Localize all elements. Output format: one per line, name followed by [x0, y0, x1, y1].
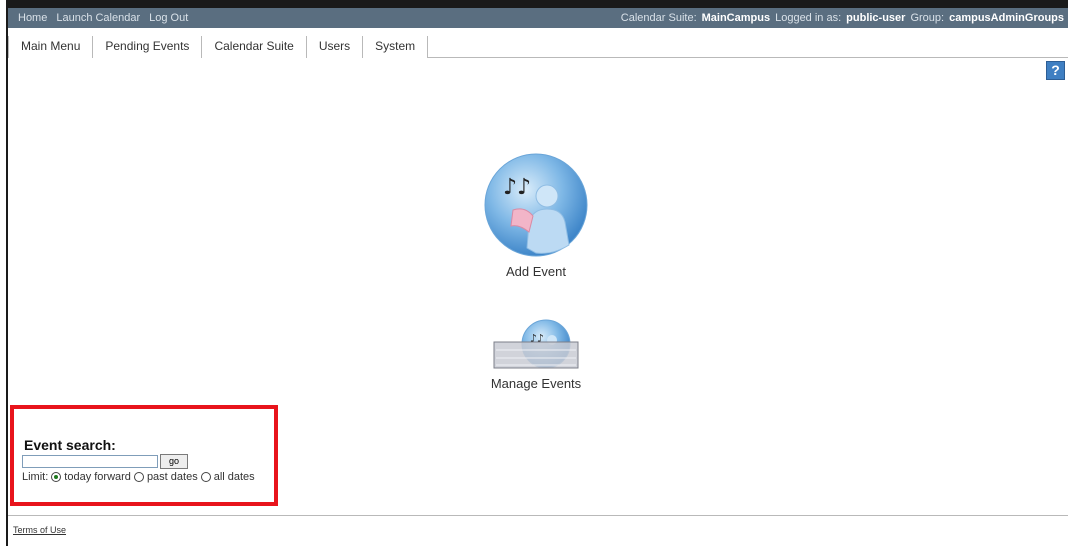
radio-all-dates-label: all dates: [213, 471, 255, 483]
radio-today-forward[interactable]: [51, 472, 62, 482]
add-event-label: Add Event: [506, 264, 566, 279]
group-value: campusAdminGroups: [949, 12, 1064, 24]
svg-text:♪♪: ♪♪: [503, 175, 531, 200]
log-out-link[interactable]: Log Out: [149, 12, 188, 24]
radio-past-dates-label: past dates: [146, 471, 198, 483]
go-button[interactable]: go: [160, 454, 188, 469]
manage-events-button[interactable]: ♪♪ Manage Events: [476, 318, 596, 391]
add-event-button[interactable]: ♪♪ Add Event: [476, 152, 596, 279]
launch-calendar-link[interactable]: Launch Calendar: [56, 12, 140, 24]
group-label: Group:: [910, 12, 945, 24]
logged-in-user: public-user: [846, 12, 906, 24]
home-link[interactable]: Home: [18, 12, 47, 24]
radio-past-dates[interactable]: [133, 472, 144, 482]
top-bar: Home Launch Calendar Log Out Calendar Su…: [8, 8, 1068, 28]
limit-row: Limit: today forward past dates all date…: [22, 471, 255, 483]
manage-events-icon: ♪♪: [493, 319, 579, 369]
top-nav: Home Launch Calendar Log Out: [8, 12, 188, 24]
search-row: go: [22, 454, 188, 469]
tab-pending-events[interactable]: Pending Events: [93, 36, 203, 58]
radio-all-dates[interactable]: [200, 472, 211, 482]
limit-label: Limit:: [22, 471, 49, 483]
tab-calendar-suite[interactable]: Calendar Suite: [202, 36, 307, 58]
event-search-panel: Event search: go Limit: today forward pa…: [10, 405, 278, 506]
session-info: Calendar Suite: MainCampus Logged in as:…: [621, 12, 1068, 24]
calendar-suite-label: Calendar Suite:: [620, 12, 697, 24]
add-event-icon: ♪♪: [484, 153, 588, 257]
tab-system[interactable]: System: [363, 36, 429, 58]
help-icon[interactable]: ?: [1046, 61, 1065, 80]
event-search-input[interactable]: [22, 455, 158, 468]
calendar-suite-value: MainCampus: [701, 12, 771, 24]
footer-divider: [8, 515, 1068, 516]
event-search-title: Event search:: [24, 437, 116, 453]
tab-users[interactable]: Users: [306, 36, 364, 58]
tab-bar: Main Menu Pending Events Calendar Suite …: [8, 36, 1068, 58]
tab-main-menu[interactable]: Main Menu: [8, 36, 94, 58]
terms-of-use-link[interactable]: Terms of Use: [13, 525, 66, 535]
logged-in-label: Logged in as:: [775, 12, 842, 24]
manage-events-label: Manage Events: [490, 376, 582, 391]
radio-today-forward-label: today forward: [64, 471, 131, 483]
